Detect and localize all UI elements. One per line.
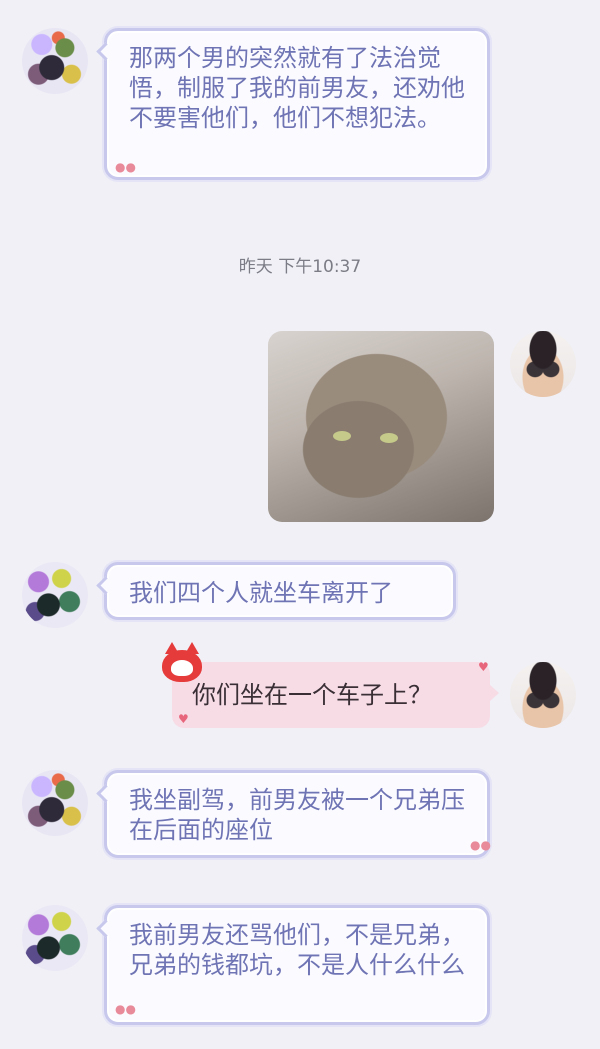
self-avatar[interactable] xyxy=(510,662,576,728)
message-bubble[interactable]: 我们四个人就坐车离开了 xyxy=(104,562,456,620)
contact-avatar[interactable] xyxy=(22,28,88,94)
cat-eye-icon xyxy=(333,431,351,441)
bubble-decoration-icon: ●● xyxy=(115,160,136,174)
message-text: 我坐副驾，前男友被一个兄弟压在后面的座位 xyxy=(129,786,465,844)
message-bubble[interactable]: 那两个男的突然就有了法治觉悟，制服了我的前男友，还劝他不要害他们，他们不想犯法。 xyxy=(104,28,490,180)
message-image[interactable] xyxy=(268,331,494,522)
message-bubble[interactable]: 我前男友还骂他们，不是兄弟，兄弟的钱都坑，不是人什么什么 xyxy=(104,905,490,1025)
contact-avatar[interactable] xyxy=(22,905,88,971)
contact-avatar[interactable] xyxy=(22,770,88,836)
message-text: 你们坐在一个车子上？ xyxy=(192,681,432,709)
timestamp: 昨天 下午10:37 xyxy=(238,257,362,277)
heart-icon: ♥ xyxy=(178,712,189,726)
message-text: 我们四个人就坐车离开了 xyxy=(129,579,393,607)
bubble-decoration-icon: ●● xyxy=(470,838,491,852)
fox-sticker-icon xyxy=(162,642,202,682)
bubble-decoration-icon: ●● xyxy=(115,1002,136,1016)
message-text: 我前男友还骂他们，不是兄弟，兄弟的钱都坑，不是人什么什么 xyxy=(129,921,465,979)
message-bubble-self[interactable]: 你们坐在一个车子上？ xyxy=(172,662,499,728)
cat-eye-icon xyxy=(380,433,398,443)
heart-icon: ♥ xyxy=(478,660,489,674)
self-avatar[interactable] xyxy=(510,331,576,397)
message-bubble[interactable]: 我坐副驾，前男友被一个兄弟压在后面的座位 xyxy=(104,770,490,858)
contact-avatar[interactable] xyxy=(22,562,88,628)
message-text: 那两个男的突然就有了法治觉悟，制服了我的前男友，还劝他不要害他们，他们不想犯法。 xyxy=(129,44,465,132)
